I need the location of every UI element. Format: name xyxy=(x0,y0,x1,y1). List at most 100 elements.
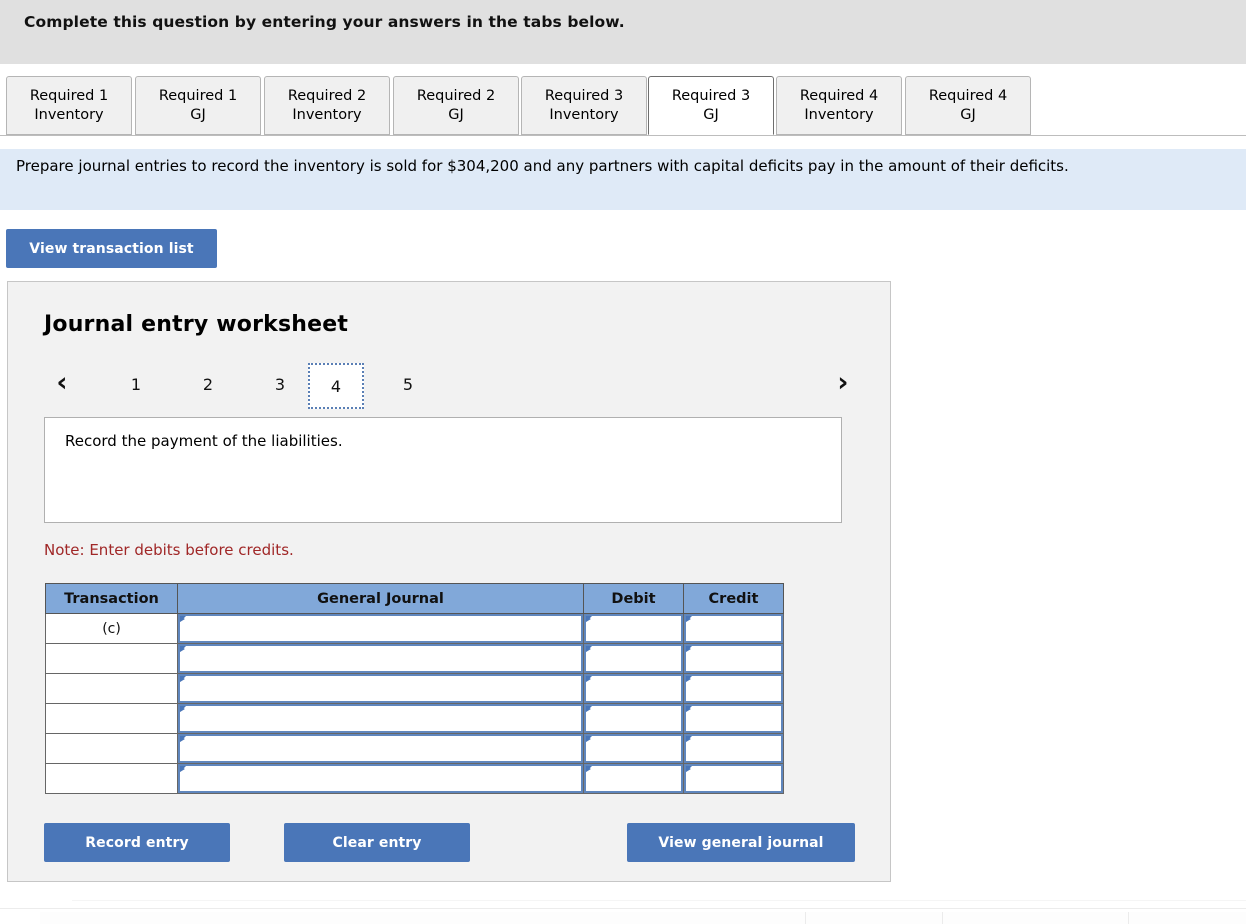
requirement-tabs: Required 1 Inventory Required 1 GJ Required … xyxy=(0,76,1246,136)
pager-page-2[interactable]: 2 xyxy=(180,363,236,409)
cell-credit xyxy=(683,733,784,764)
tab-required-4-gj[interactable]: Required 4 GJ xyxy=(905,76,1031,135)
question-banner: Complete this question by entering your … xyxy=(0,0,1246,64)
tab-label-line2: GJ xyxy=(190,107,206,123)
tab-required-1-inventory[interactable]: Required 1 Inventory xyxy=(6,76,132,135)
table-header-row: Transaction General Journal Debit Credit xyxy=(45,583,784,614)
tab-label-line1: Required 4 xyxy=(799,88,879,104)
cell-general-journal xyxy=(177,703,584,734)
below-fold-column-rule xyxy=(805,912,806,924)
cell-credit xyxy=(683,613,784,644)
journal-entry-table: Transaction General Journal Debit Credit… xyxy=(45,583,784,794)
credit-input[interactable] xyxy=(684,704,783,733)
chevron-left-icon[interactable]: ‹ xyxy=(45,367,79,401)
tab-label-line2: GJ xyxy=(703,107,719,123)
credit-input[interactable] xyxy=(684,764,783,793)
page-divider xyxy=(0,908,1246,909)
cell-general-journal xyxy=(177,673,584,704)
column-header-general-journal: General Journal xyxy=(177,583,584,614)
tab-required-1-gj[interactable]: Required 1 GJ xyxy=(135,76,261,135)
cell-debit xyxy=(583,733,684,764)
pager-page-1[interactable]: 1 xyxy=(108,363,164,409)
credit-input[interactable] xyxy=(684,644,783,673)
column-header-transaction: Transaction xyxy=(45,583,178,614)
tab-label-line1: Required 2 xyxy=(287,88,367,104)
cell-transaction: (c) xyxy=(45,613,178,644)
credit-input[interactable] xyxy=(684,614,783,643)
tab-label-line1: Required 4 xyxy=(928,88,1008,104)
record-entry-button[interactable]: Record entry xyxy=(44,823,230,862)
credit-input[interactable] xyxy=(684,674,783,703)
tab-label-line2: Inventory xyxy=(292,107,362,123)
below-fold-column-rule xyxy=(1128,912,1129,924)
general-journal-input[interactable] xyxy=(178,614,583,643)
general-journal-input[interactable] xyxy=(178,674,583,703)
credit-input[interactable] xyxy=(684,734,783,763)
table-row xyxy=(45,643,784,674)
pager-page-4[interactable]: 4 xyxy=(308,363,364,409)
banner-title: Complete this question by entering your … xyxy=(24,13,625,31)
tab-label-line2: GJ xyxy=(960,107,976,123)
cell-general-journal xyxy=(177,763,584,794)
cell-general-journal xyxy=(177,613,584,644)
cell-credit xyxy=(683,673,784,704)
below-fold-panel xyxy=(40,912,1246,924)
tab-label-line2: Inventory xyxy=(549,107,619,123)
table-row: (c) xyxy=(45,613,784,644)
debits-before-credits-note: Note: Enter debits before credits. xyxy=(44,541,294,559)
tab-label-line1: Required 3 xyxy=(671,88,751,104)
cell-general-journal xyxy=(177,733,584,764)
tab-label-line2: Inventory xyxy=(804,107,874,123)
cell-transaction xyxy=(45,643,178,674)
tab-label-line1: Required 1 xyxy=(29,88,109,104)
instruction-bar: Prepare journal entries to record the in… xyxy=(0,149,1246,210)
worksheet-pager: ‹ › 12345 xyxy=(8,357,892,412)
cell-credit xyxy=(683,763,784,794)
debit-input[interactable] xyxy=(584,674,683,703)
cell-debit xyxy=(583,763,684,794)
tab-label-line1: Required 2 xyxy=(416,88,496,104)
debit-input[interactable] xyxy=(584,614,683,643)
chevron-right-icon[interactable]: › xyxy=(826,367,860,401)
column-header-credit: Credit xyxy=(683,583,784,614)
debit-input[interactable] xyxy=(584,704,683,733)
entry-description-text: Record the payment of the liabilities. xyxy=(65,432,343,450)
cell-debit xyxy=(583,643,684,674)
tab-required-3-gj[interactable]: Required 3 GJ xyxy=(648,76,774,135)
cell-credit xyxy=(683,703,784,734)
cell-debit xyxy=(583,613,684,644)
debit-input[interactable] xyxy=(584,764,683,793)
cell-debit xyxy=(583,673,684,704)
below-fold-column-rule xyxy=(942,912,943,924)
view-general-journal-button[interactable]: View general journal xyxy=(627,823,855,862)
cell-debit xyxy=(583,703,684,734)
table-row xyxy=(45,703,784,734)
journal-entry-worksheet-panel: Journal entry worksheet ‹ › 12345 Record… xyxy=(7,281,891,882)
tab-required-2-gj[interactable]: Required 2 GJ xyxy=(393,76,519,135)
debit-input[interactable] xyxy=(584,644,683,673)
table-row xyxy=(45,733,784,764)
cell-general-journal xyxy=(177,643,584,674)
general-journal-input[interactable] xyxy=(178,644,583,673)
below-fold-rule xyxy=(72,900,1246,901)
table-row xyxy=(45,673,784,704)
debit-input[interactable] xyxy=(584,734,683,763)
general-journal-input[interactable] xyxy=(178,704,583,733)
general-journal-input[interactable] xyxy=(178,734,583,763)
cell-transaction xyxy=(45,703,178,734)
pager-page-3[interactable]: 3 xyxy=(252,363,308,409)
column-header-debit: Debit xyxy=(583,583,684,614)
tab-label-line2: Inventory xyxy=(34,107,104,123)
tab-required-3-inventory[interactable]: Required 3 Inventory xyxy=(521,76,647,135)
tab-label-line1: Required 3 xyxy=(544,88,624,104)
tab-required-2-inventory[interactable]: Required 2 Inventory xyxy=(264,76,390,135)
table-row xyxy=(45,763,784,794)
general-journal-input[interactable] xyxy=(178,764,583,793)
pager-page-5[interactable]: 5 xyxy=(380,363,436,409)
view-transaction-list-button[interactable]: View transaction list xyxy=(6,229,217,268)
tab-required-4-inventory[interactable]: Required 4 Inventory xyxy=(776,76,902,135)
clear-entry-button[interactable]: Clear entry xyxy=(284,823,470,862)
worksheet-title: Journal entry worksheet xyxy=(44,312,349,337)
cell-transaction xyxy=(45,673,178,704)
tab-label-line2: GJ xyxy=(448,107,464,123)
